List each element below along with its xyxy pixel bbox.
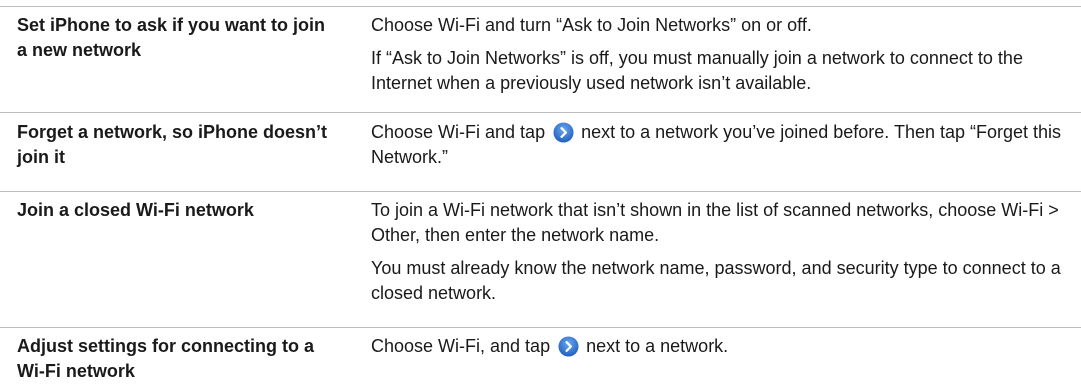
description-text: Choose Wi-Fi, and tap next to a network. (371, 334, 1071, 359)
description-text: If “Ask to Join Networks” is off, you mu… (371, 48, 1023, 93)
description-text: To join a Wi-Fi network that isn’t shown… (371, 200, 1059, 245)
task-cell: Join a closed Wi-Fi network (17, 200, 254, 220)
table-rule (0, 327, 1081, 328)
description-text: Choose Wi-Fi and turn “Ask to Join Netwo… (371, 15, 812, 35)
description-cell: Choose Wi-Fi and tap next to a network y… (371, 120, 1071, 170)
description-text-start: Choose Wi-Fi and tap (371, 122, 546, 142)
task-cell: Set iPhone to ask if you want to join a … (17, 15, 326, 60)
table-rule (0, 191, 1081, 192)
description-cell: Choose Wi-Fi and turn “Ask to Join Netwo… (371, 13, 1071, 96)
table-rule (0, 112, 1081, 113)
description-text: You must already know the network name, … (371, 258, 1061, 303)
table-rule (0, 6, 1081, 7)
detail-disclosure-icon (558, 336, 579, 357)
description-text: Choose Wi-Fi and tap next to a network y… (371, 120, 1071, 170)
detail-disclosure-icon (553, 122, 574, 143)
description-cell: Choose Wi-Fi, and tap next to a network. (371, 334, 1071, 359)
description-text-start: Choose Wi-Fi, and tap (371, 336, 551, 356)
task-cell: Forget a network, so iPhone doesn’t join… (17, 122, 328, 167)
task-cell: Adjust settings for connecting to a Wi-F… (17, 336, 315, 381)
description-cell: To join a Wi-Fi network that isn’t shown… (371, 198, 1071, 306)
description-text-end: next to a network. (586, 336, 729, 356)
